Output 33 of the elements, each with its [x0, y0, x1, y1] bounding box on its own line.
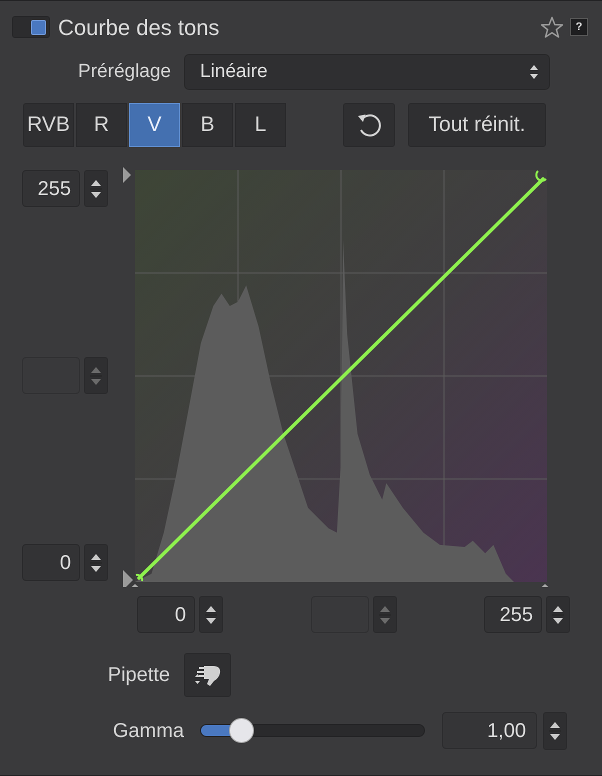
help-button[interactable]: ?	[570, 18, 588, 36]
slider-thumb[interactable]	[229, 718, 254, 743]
preset-dropdown[interactable]: Linéaire	[184, 54, 550, 90]
enable-toggle[interactable]	[12, 16, 50, 38]
output-max-handle[interactable]	[123, 167, 131, 183]
undo-button[interactable]	[343, 103, 395, 147]
panel-title: Courbe des tons	[58, 14, 220, 42]
gamma-slider[interactable]	[200, 718, 425, 743]
stepper-button[interactable]	[199, 596, 223, 633]
stepper-button[interactable]	[84, 170, 108, 207]
pipette-button[interactable]	[184, 653, 231, 697]
number-field[interactable]: 0	[22, 544, 80, 581]
stepper-button[interactable]	[543, 712, 567, 750]
channel-tab[interactable]: R	[76, 103, 127, 147]
gamma-field[interactable]: 1,00	[442, 712, 537, 749]
updown-icon	[529, 63, 539, 81]
channel-tab[interactable]: V	[129, 103, 180, 147]
pipette-label: Pipette	[106, 663, 171, 688]
number-field[interactable]: 0	[137, 596, 195, 633]
channel-tab[interactable]: RVB	[23, 103, 74, 147]
control-point[interactable]	[535, 170, 547, 182]
output-min-handle[interactable]	[123, 570, 133, 587]
channel-tab[interactable]: L	[235, 103, 286, 147]
stepper-button[interactable]	[84, 544, 108, 581]
number-field[interactable]: 255	[22, 170, 80, 207]
stepper-button[interactable]	[546, 596, 570, 633]
preset-label: Préréglage	[77, 60, 172, 84]
number-field[interactable]: 255	[484, 596, 542, 633]
gamma-label: Gamma	[112, 718, 185, 744]
channel-tab[interactable]: B	[182, 103, 233, 147]
reset-all-button[interactable]: Tout réinit.	[408, 103, 546, 147]
control-point[interactable]	[136, 574, 144, 582]
star-icon[interactable]	[540, 16, 564, 38]
